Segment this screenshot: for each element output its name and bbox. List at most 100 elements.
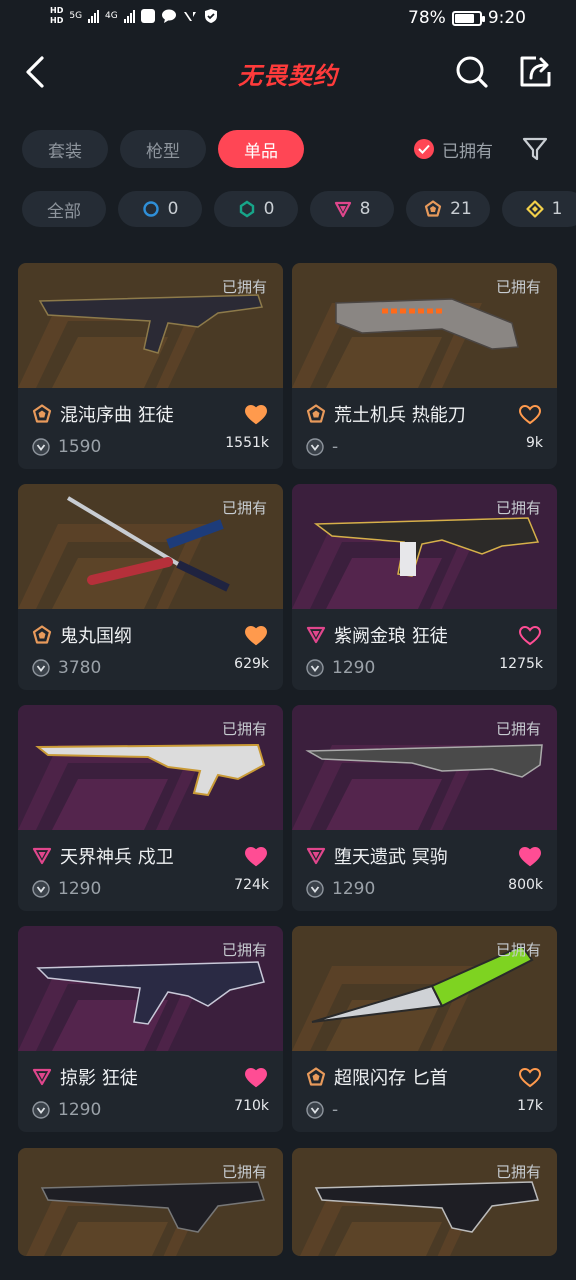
owned-label: 已拥有 (221, 278, 267, 296)
tab-single-items[interactable]: 单品 (218, 130, 304, 168)
skin-name: 掠影 狂徒 (60, 1068, 138, 1089)
like-count: 9k (525, 435, 543, 451)
like-count: 629k (234, 656, 269, 672)
status-bar: HD HD 5G 4G 78% 9:20 (0, 0, 576, 40)
skin-price: 3780 (58, 658, 102, 678)
skin-name-row: 超限闪存 匕首 (306, 1064, 543, 1090)
vp-currency-icon (32, 1101, 50, 1119)
chip-label: 全部 (47, 201, 81, 222)
like-count: 800k (508, 877, 543, 893)
skin-name: 鬼丸国纲 (60, 626, 132, 647)
owned-filter-toggle[interactable]: 已拥有 (414, 130, 493, 168)
tab-weapon-type[interactable]: 枪型 (120, 130, 206, 168)
price-row: 1290 (306, 658, 375, 678)
skin-banner: 已拥有 (292, 926, 557, 1051)
skin-price: 1590 (58, 437, 102, 457)
hd-label-2: HD (50, 16, 64, 25)
owned-label: 已拥有 (495, 1163, 541, 1181)
skin-card[interactable]: 已拥有混沌序曲 狂徒 1590 1551k (18, 263, 283, 469)
premium-tier-icon (334, 201, 351, 218)
chip-count: 0 (263, 199, 275, 219)
network-label-2: 4G (105, 11, 118, 21)
like-count: 17k (517, 1098, 543, 1114)
skin-card[interactable]: 已拥有 天界神兵 戍卫 1290 724k (18, 705, 283, 911)
skin-price: - (332, 1100, 339, 1120)
like-count: 1551k (225, 435, 269, 451)
price-row: 1290 (32, 879, 101, 899)
heart-icon[interactable] (245, 1068, 267, 1088)
heart-icon[interactable] (519, 1068, 541, 1088)
owned-label: 已拥有 (221, 1163, 267, 1181)
chip-deluxe-tier[interactable]: 0 (214, 191, 298, 227)
owned-label: 已拥有 (221, 720, 267, 738)
vp-currency-icon (306, 438, 324, 456)
skin-banner: 已拥有 (292, 263, 557, 388)
skin-card[interactable]: 已拥有堕天遗武 冥驹 1290 800k (292, 705, 557, 911)
heart-icon[interactable] (245, 626, 267, 646)
chip-count: 8 (359, 199, 371, 219)
premium-tier-icon (32, 1068, 52, 1086)
skin-card[interactable]: 已拥有 紫阙金琅 狂徒 1290 1275k (292, 484, 557, 690)
chip-premium-tier[interactable]: 8 (310, 191, 394, 227)
skin-card[interactable]: 已拥有 (292, 1148, 557, 1256)
owned-label: 已拥有 (495, 941, 541, 959)
signal-icon (88, 9, 100, 23)
owned-label: 已拥有 (221, 499, 267, 517)
exclusive-tier-icon (306, 404, 326, 423)
chip-all[interactable]: 全部 (22, 191, 106, 227)
owned-label: 已拥有 (495, 278, 541, 296)
chip-select-tier[interactable]: 0 (118, 191, 202, 227)
heart-icon[interactable] (245, 847, 267, 867)
skin-card[interactable]: 已拥有 (18, 1148, 283, 1256)
funnel-icon[interactable] (520, 134, 550, 164)
price-row: 3780 (32, 658, 101, 678)
skin-name: 混沌序曲 狂徒 (60, 405, 174, 426)
select-tier-icon (142, 201, 159, 217)
price-row: 1290 (32, 1100, 101, 1120)
premium-tier-icon (306, 626, 326, 644)
vp-currency-icon (306, 1101, 324, 1119)
battery-percent: 78% (408, 8, 446, 28)
exclusive-tier-icon (32, 404, 52, 423)
shield-icon (204, 9, 217, 23)
exclusive-tier-icon (425, 200, 442, 217)
premium-tier-icon (32, 847, 52, 865)
price-row: - (306, 437, 338, 457)
hd-label-1: HD (50, 6, 64, 15)
skin-name-row: 掠影 狂徒 (32, 1064, 269, 1090)
skin-banner: 已拥有 (292, 705, 557, 830)
heart-icon[interactable] (245, 405, 267, 425)
owned-label: 已拥有 (221, 941, 267, 959)
heart-icon[interactable] (519, 847, 541, 867)
price-row: 1290 (306, 879, 375, 899)
skin-name-row: 堕天遗武 冥驹 (306, 843, 543, 869)
like-count: 710k (234, 1098, 269, 1114)
tab-sets[interactable]: 套装 (22, 130, 108, 168)
skin-card[interactable]: 已拥有超限闪存 匕首 - 17k (292, 926, 557, 1132)
owned-filter-label: 已拥有 (442, 141, 493, 162)
premium-tier-icon (306, 847, 326, 865)
skin-price: 1290 (58, 1100, 102, 1120)
skin-banner: 已拥有 (292, 484, 557, 609)
skin-card[interactable]: 已拥有荒土机兵 热能刀 - 9k (292, 263, 557, 469)
status-icons-right: 78% 9:20 (408, 8, 526, 28)
skin-banner: 已拥有 (18, 705, 283, 830)
search-icon[interactable] (452, 52, 492, 92)
skin-price: - (332, 437, 339, 457)
share-icon[interactable] (516, 52, 556, 92)
skin-banner: 已拥有 (18, 926, 283, 1051)
skin-price: 1290 (332, 658, 376, 678)
signal-icon-2 (123, 9, 135, 23)
skin-card[interactable]: 已拥有鬼丸国纲 3780 629k (18, 484, 283, 690)
chip-ultra-tier[interactable]: 1 (502, 191, 576, 227)
hd-indicator: HD HD (50, 6, 63, 26)
chip-exclusive-tier[interactable]: 21 (406, 191, 490, 227)
skin-card[interactable]: 已拥有掠影 狂徒 1290 710k (18, 926, 283, 1132)
skin-name-row: 荒土机兵 热能刀 (306, 401, 543, 427)
skin-banner: 已拥有 (18, 263, 283, 388)
heart-icon[interactable] (519, 405, 541, 425)
skin-name: 超限闪存 匕首 (334, 1068, 448, 1089)
skin-name: 荒土机兵 热能刀 (334, 405, 466, 426)
heart-icon[interactable] (519, 626, 541, 646)
price-row: 1590 (32, 437, 101, 457)
